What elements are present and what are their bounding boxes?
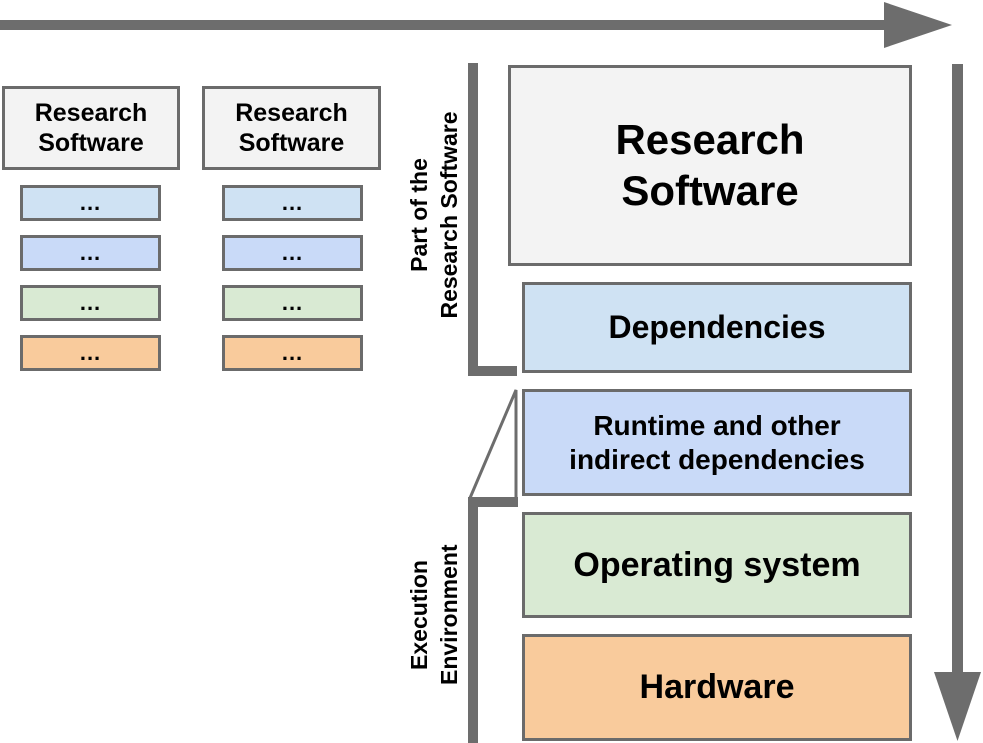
column-1-layer-os: ... (20, 285, 161, 321)
column-2-layer-dependencies: ... (222, 185, 363, 221)
stack-dependencies: Dependencies (522, 282, 912, 373)
vertical-arrow-head-icon (934, 672, 981, 741)
vertical-arrow-shaft (952, 64, 963, 676)
stack-operating-system: Operating system (522, 512, 912, 618)
software-bracket-text: Part of the Research Software (406, 111, 462, 319)
column-1-layer-hardware: ... (20, 335, 161, 371)
environment-bracket-text: Execution Environment (406, 544, 462, 685)
stack-hardware: Hardware (522, 634, 912, 741)
environment-bracket-vertical (468, 497, 478, 743)
software-bracket-vertical (468, 63, 478, 376)
stack-runtime: Runtime and other indirect dependencies (522, 389, 912, 496)
software-bracket-label: Part of the Research Software (405, 65, 465, 365)
column-1-research-software: Research Software (2, 86, 180, 170)
environment-bracket-top (468, 497, 518, 507)
environment-bracket-label: Execution Environment (405, 515, 465, 715)
column-1-layer-dependencies: ... (20, 185, 161, 221)
horizontal-arrow-head-icon (884, 2, 952, 48)
column-2-research-software: Research Software (202, 86, 381, 170)
column-2-layer-os: ... (222, 285, 363, 321)
column-1-layer-runtime: ... (20, 235, 161, 271)
horizontal-arrow-shaft (0, 20, 890, 30)
software-bracket-foot (468, 366, 517, 376)
column-2-layer-runtime: ... (222, 235, 363, 271)
runtime-wedge-icon (468, 389, 518, 499)
stack-research-software: Research Software (508, 65, 912, 266)
column-2-layer-hardware: ... (222, 335, 363, 371)
